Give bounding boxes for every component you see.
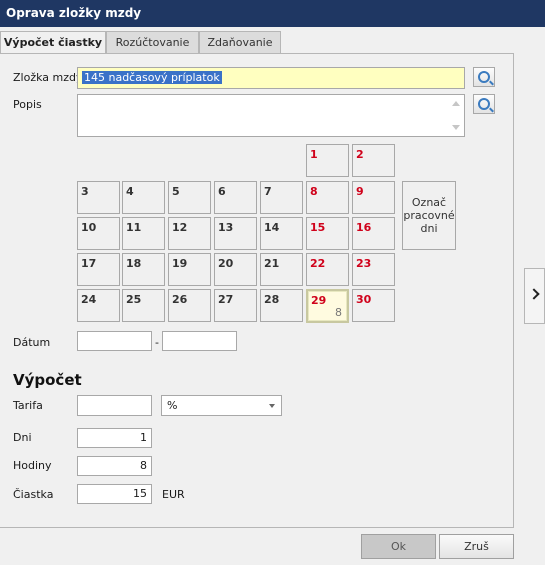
popis-textarea[interactable] xyxy=(77,94,465,137)
calendar-day[interactable]: 14 xyxy=(260,217,303,250)
calendar-day-number: 20 xyxy=(218,257,234,270)
zlozka-field[interactable]: 145 nadčasový príplatok xyxy=(77,67,465,89)
datum-label: Dátum xyxy=(13,336,51,349)
calendar-day[interactable]: 13 xyxy=(214,217,257,250)
calendar-day-number: 13 xyxy=(218,221,234,234)
calendar-day-number: 1 xyxy=(310,148,318,161)
calendar-day[interactable]: 5 xyxy=(168,181,211,214)
calendar-day[interactable]: 1 xyxy=(306,144,349,177)
window-title: Oprava zložky mzdy xyxy=(0,0,545,27)
calendar-day[interactable]: 30 xyxy=(352,289,395,322)
tab-zdanovanie[interactable]: Zdaňovanie xyxy=(199,31,281,54)
calendar-day[interactable]: 20 xyxy=(214,253,257,286)
chevron-right-icon xyxy=(528,288,540,300)
calendar-day-number: 17 xyxy=(81,257,97,270)
dropdown-arrow-icon xyxy=(269,404,275,408)
calendar-day-number: 11 xyxy=(126,221,142,234)
calendar-day-number: 16 xyxy=(356,221,372,234)
calendar-day[interactable]: 26 xyxy=(168,289,211,322)
calendar-day-number: 8 xyxy=(310,185,318,198)
tab-vypocet-ciastky[interactable]: Výpočet čiastky xyxy=(0,31,106,55)
hodiny-label: Hodiny xyxy=(13,459,52,472)
datum-separator: - xyxy=(155,336,159,349)
cancel-button[interactable]: Zruš xyxy=(439,534,514,559)
calendar-day-number: 14 xyxy=(264,221,280,234)
zlozka-label: Zložka mzdy xyxy=(13,71,83,84)
calendar-day-number: 6 xyxy=(218,185,226,198)
dni-label: Dni xyxy=(13,431,32,444)
calendar-day[interactable]: 18 xyxy=(122,253,165,286)
calendar-day-number: 21 xyxy=(264,257,280,270)
zlozka-value: 145 nadčasový príplatok xyxy=(82,71,222,84)
calendar-day[interactable]: 7 xyxy=(260,181,303,214)
calendar-day[interactable]: 8 xyxy=(306,181,349,214)
calendar-day[interactable]: 27 xyxy=(214,289,257,322)
vypocet-heading: Výpočet xyxy=(13,371,82,389)
calendar-day[interactable]: 29 8 xyxy=(306,289,349,323)
datum-from-input[interactable] xyxy=(77,331,152,351)
currency-label: EUR xyxy=(162,488,185,501)
calendar-day-number: 26 xyxy=(172,293,188,306)
popis-label: Popis xyxy=(13,98,42,111)
calendar-day-number: 3 xyxy=(81,185,89,198)
zlozka-lookup-button[interactable] xyxy=(473,67,495,87)
calendar-day-number: 15 xyxy=(310,221,326,234)
calendar-day[interactable]: 2 xyxy=(352,144,395,177)
calendar-day-hours: 8 xyxy=(335,306,342,319)
calendar-day[interactable]: 19 xyxy=(168,253,211,286)
calendar-day-number: 27 xyxy=(218,293,234,306)
calendar-day-number: 28 xyxy=(264,293,280,306)
scroll-up-icon[interactable] xyxy=(452,101,460,106)
scroll-down-icon[interactable] xyxy=(452,125,460,130)
calendar-day-number: 30 xyxy=(356,293,372,306)
dni-input[interactable]: 1 xyxy=(77,428,152,448)
calendar-day-number: 24 xyxy=(81,293,97,306)
unit-select[interactable]: % xyxy=(161,395,282,416)
unit-selected-value: % xyxy=(167,399,178,412)
calendar-day[interactable]: 24 xyxy=(77,289,120,322)
datum-to-input[interactable] xyxy=(162,331,237,351)
calendar-day[interactable]: 12 xyxy=(168,217,211,250)
calendar-day-number: 22 xyxy=(310,257,326,270)
tab-rozuctovanie[interactable]: Rozúčtovanie xyxy=(106,31,199,54)
calendar-day-number: 10 xyxy=(81,221,97,234)
calendar-day[interactable]: 25 xyxy=(122,289,165,322)
magnifier-lookup-icon xyxy=(478,71,490,83)
calendar-day[interactable]: 3 xyxy=(77,181,120,214)
tarifa-input[interactable] xyxy=(77,395,152,416)
calendar-day-number: 4 xyxy=(126,185,134,198)
ok-button[interactable]: Ok xyxy=(361,534,436,559)
calendar-day[interactable]: 21 xyxy=(260,253,303,286)
calendar-day-number: 18 xyxy=(126,257,142,270)
calendar-day[interactable]: 4 xyxy=(122,181,165,214)
calendar-day-number: 7 xyxy=(264,185,272,198)
calendar-day-number: 19 xyxy=(172,257,188,270)
magnifier-lookup-icon xyxy=(478,98,490,110)
calendar-day[interactable]: 17 xyxy=(77,253,120,286)
calendar-day[interactable]: 28 xyxy=(260,289,303,322)
calendar-day-number: 23 xyxy=(356,257,372,270)
calendar-day-number: 29 xyxy=(311,294,327,307)
calendar-day-number: 9 xyxy=(356,185,364,198)
mark-working-days-button[interactable]: Označ pracovné dni xyxy=(402,181,456,250)
popis-lookup-button[interactable] xyxy=(473,94,495,114)
calendar-day-number: 25 xyxy=(126,293,142,306)
calendar-day[interactable]: 6 xyxy=(214,181,257,214)
hodiny-input[interactable]: 8 xyxy=(77,456,152,476)
side-expand-button[interactable] xyxy=(524,268,545,324)
calendar-day[interactable]: 11 xyxy=(122,217,165,250)
calendar-day[interactable]: 15 xyxy=(306,217,349,250)
calendar-day[interactable]: 9 xyxy=(352,181,395,214)
tarifa-label: Tarifa xyxy=(13,399,43,412)
ciastka-label: Čiastka xyxy=(13,488,54,501)
calendar-day[interactable]: 23 xyxy=(352,253,395,286)
calendar-day[interactable]: 10 xyxy=(77,217,120,250)
calendar-day-number: 2 xyxy=(356,148,364,161)
ciastka-input[interactable]: 15 xyxy=(77,484,152,504)
calendar-day-number: 5 xyxy=(172,185,180,198)
calendar-day[interactable]: 22 xyxy=(306,253,349,286)
calendar-day-number: 12 xyxy=(172,221,188,234)
calendar-day[interactable]: 16 xyxy=(352,217,395,250)
